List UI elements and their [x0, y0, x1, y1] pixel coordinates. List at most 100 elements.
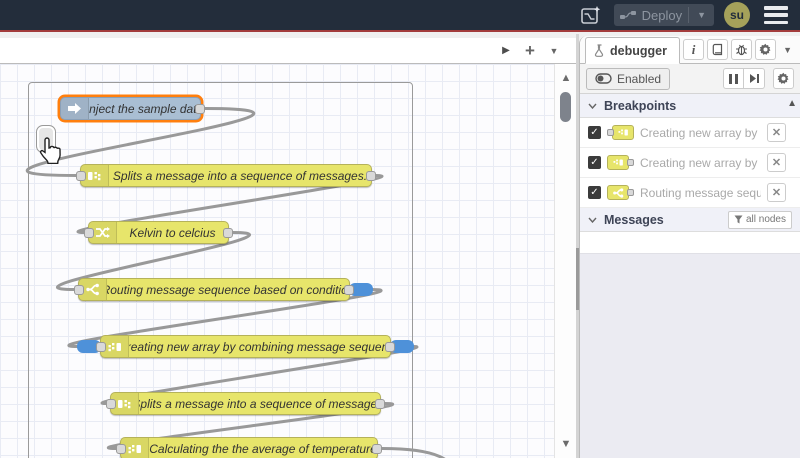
input-port[interactable] — [76, 170, 86, 181]
breakpoint-row[interactable]: ✓ Creating new array by combining message… — [580, 148, 800, 178]
node-label: Splits a message into a sequence of mess… — [139, 396, 380, 411]
header-bar: Deploy ▼ su — [0, 0, 800, 32]
info-tab-button[interactable]: i — [683, 39, 705, 60]
messages-empty-row — [580, 232, 800, 254]
scroll-up-icon[interactable]: ▲ — [555, 72, 576, 84]
input-port[interactable] — [84, 227, 94, 238]
debugger-settings-button[interactable] — [773, 68, 794, 89]
sidebar: debugger i ▼ Enabled Breakpoints ✓ Creat… — [579, 36, 800, 458]
mini-input-port — [607, 129, 614, 136]
output-port[interactable] — [385, 341, 395, 352]
input-port[interactable] — [116, 443, 126, 454]
input-port[interactable] — [106, 398, 116, 409]
flow-node-inject1[interactable]: Inject the sample data — [60, 97, 205, 120]
sidebar-tab-buttons: i ▼ — [683, 39, 800, 63]
chevron-down-icon — [588, 217, 597, 223]
debugger-toolbar-right — [723, 68, 794, 89]
canvas-vertical-scrollbar[interactable]: ▲ ▼ — [554, 64, 576, 458]
step-button[interactable] — [744, 68, 765, 89]
filter-label: all nodes — [745, 214, 786, 225]
mini-node-switch-icon — [607, 185, 634, 200]
breakpoint-row[interactable]: ✓ Creating new array by combining message… — [580, 118, 800, 148]
messages-title: Messages — [604, 212, 664, 227]
breakpoint-checkbox[interactable]: ✓ — [588, 156, 601, 169]
flow-canvas[interactable]: Inject the sample data Splits a message i… — [0, 64, 576, 458]
workspace: ▶ + ▼ Inject the sample data Splits a mes… — [0, 34, 800, 458]
node-label: Calculating the the average of temperatu… — [149, 441, 377, 456]
remove-breakpoint-button[interactable]: ✕ — [767, 153, 786, 172]
output-port[interactable] — [344, 284, 354, 295]
mini-output-port — [627, 159, 634, 166]
toggle-icon — [595, 73, 612, 84]
flow-assistant-button[interactable] — [578, 3, 604, 27]
inject-icon — [61, 98, 89, 119]
node-label: Creating new array by combining message … — [129, 339, 390, 354]
output-port[interactable] — [375, 398, 385, 409]
gear-icon — [777, 72, 789, 84]
mini-output-port — [627, 189, 634, 196]
remove-breakpoint-button[interactable]: ✕ — [767, 123, 786, 142]
add-flow-button[interactable]: + — [518, 40, 542, 62]
deploy-options-caret-icon[interactable]: ▼ — [695, 10, 708, 20]
breakpoints-title: Breakpoints — [604, 98, 677, 113]
debug-tab-button[interactable] — [731, 39, 753, 60]
flow-node-split2[interactable]: Splits a message into a sequence of mess… — [106, 392, 385, 415]
pause-icon — [729, 73, 738, 84]
enabled-label: Enabled — [617, 71, 662, 86]
step-icon — [749, 74, 759, 83]
sidebar-scroll-up-icon[interactable]: ▲ — [787, 98, 797, 109]
config-nodes-tab-button[interactable] — [755, 39, 777, 60]
tab-scroll-right-icon[interactable]: ▶ — [494, 40, 518, 62]
deploy-button-label[interactable]: Deploy — [642, 8, 682, 23]
cursor-pointer-icon — [39, 137, 61, 164]
breakpoint-checkbox[interactable]: ✓ — [588, 126, 601, 139]
node-label: Inject the sample data — [89, 101, 200, 116]
canvas-column: ▶ + ▼ Inject the sample data Splits a mes… — [0, 34, 576, 458]
messages-filter-button[interactable]: all nodes — [727, 210, 792, 229]
flow-node-join1[interactable]: Creating new array by combining message … — [77, 335, 414, 358]
output-port[interactable] — [195, 103, 205, 114]
breakpoint-checkbox[interactable]: ✓ — [588, 186, 601, 199]
debugger-flask-icon — [594, 44, 604, 57]
tab-debugger-label: debugger — [610, 43, 667, 58]
output-port[interactable] — [366, 170, 376, 181]
breakpoint-row[interactable]: ✓ Routing message sequence based on condi… — [580, 178, 800, 208]
flow-list-caret-icon[interactable]: ▼ — [542, 40, 566, 62]
input-port[interactable] — [74, 284, 84, 295]
help-tab-button[interactable] — [707, 39, 729, 60]
scroll-down-icon[interactable]: ▼ — [555, 438, 576, 450]
hamburger-icon — [764, 6, 788, 10]
chevron-down-icon — [588, 103, 597, 109]
node-label: Routing message sequence based on condit… — [107, 282, 349, 297]
output-port[interactable] — [223, 227, 233, 238]
main-menu-button[interactable] — [764, 6, 788, 24]
mini-node-join-icon — [607, 125, 634, 140]
book-icon — [712, 43, 722, 56]
sidebar-menu-caret-icon[interactable]: ▼ — [779, 45, 796, 55]
flow-node-switch1[interactable]: Routing message sequence based on condit… — [74, 278, 373, 301]
gear-icon — [759, 43, 771, 55]
breakpoint-label: Creating new array by combining message … — [640, 155, 761, 170]
info-icon: i — [691, 41, 696, 57]
debugger-enabled-toggle[interactable]: Enabled — [586, 67, 671, 90]
input-port[interactable] — [96, 341, 106, 352]
breakpoints-section-header[interactable]: Breakpoints — [580, 94, 800, 118]
tab-debugger[interactable]: debugger — [585, 37, 680, 64]
messages-section-header[interactable]: Messages all nodes — [580, 208, 800, 232]
deploy-nodes-icon — [619, 11, 636, 19]
deploy-divider — [688, 7, 690, 23]
remove-breakpoint-button[interactable]: ✕ — [767, 183, 786, 202]
avatar-initials: su — [729, 8, 744, 22]
debugger-toolbar: Enabled — [580, 64, 800, 94]
flow-node-change1[interactable]: Kelvin to celcius — [84, 221, 233, 244]
wire[interactable] — [380, 447, 462, 458]
output-port[interactable] — [372, 443, 382, 454]
pause-button[interactable] — [723, 68, 744, 89]
deploy-button-group[interactable]: Deploy ▼ — [613, 4, 714, 26]
flow-node-split1[interactable]: Splits a message into a sequence of mess… — [76, 164, 376, 187]
user-avatar[interactable]: su — [724, 2, 750, 28]
pause-step-buttons — [723, 68, 765, 89]
funnel-icon — [734, 215, 743, 224]
flow-node-join2[interactable]: Calculating the the average of temperatu… — [116, 437, 382, 458]
scrollbar-thumb[interactable] — [560, 92, 571, 122]
